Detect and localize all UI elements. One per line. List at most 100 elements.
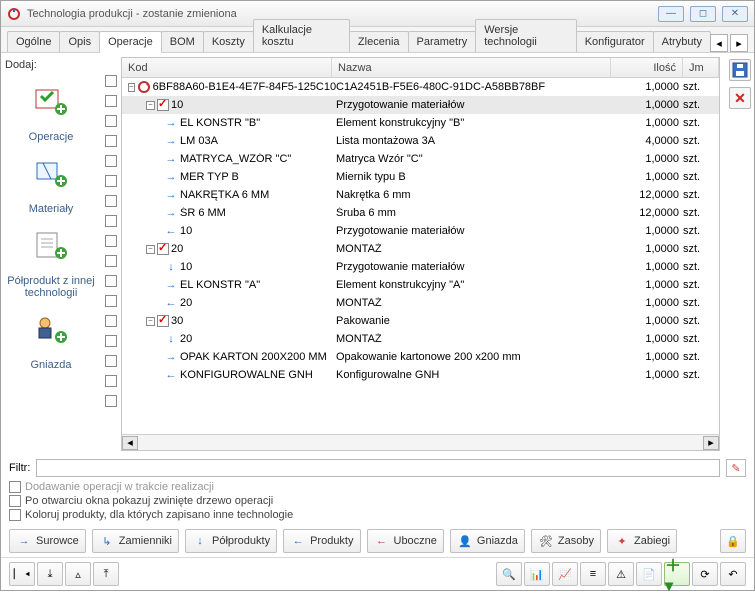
row-checkbox[interactable]	[105, 295, 117, 307]
table-row[interactable]: − 10Przygotowanie materiałów1,0000szt.	[122, 96, 719, 114]
row-kod: 10	[180, 261, 192, 273]
tb-up[interactable]: ▵	[65, 562, 91, 586]
tree-body[interactable]: − 6BF88A60-B1E4-4E7F-84F5-125C105C1A2451…	[122, 78, 719, 434]
tabs-prev-button[interactable]: ◂	[710, 34, 728, 52]
col-jm[interactable]: Jm	[683, 58, 719, 77]
tb-zoom[interactable]: 🔍	[496, 562, 522, 586]
zasoby-button[interactable]: 🛠Zasoby	[531, 529, 601, 553]
tab-bom[interactable]: BOM	[161, 31, 204, 52]
produkty-button[interactable]: ←Produkty	[283, 529, 360, 553]
tab-koszty[interactable]: Koszty	[203, 31, 254, 52]
tb-doc[interactable]: 📄	[636, 562, 662, 586]
table-row[interactable]: OPAK KARTON 200X200 MMOpakowanie kartono…	[122, 348, 719, 366]
col-ilosc[interactable]: Ilość	[611, 58, 683, 77]
col-nazwa[interactable]: Nazwa	[332, 58, 611, 77]
arrow-down-icon: ↓	[192, 533, 208, 549]
tab-operacje[interactable]: Operacje	[99, 31, 162, 53]
table-row[interactable]: LM 03ALista montażowa 3A4,0000szt.	[122, 132, 719, 150]
expand-toggle[interactable]: −	[128, 83, 135, 92]
expand-toggle[interactable]: −	[146, 245, 155, 254]
uboczne-button[interactable]: ←Uboczne	[367, 529, 444, 553]
expand-toggle[interactable]: −	[146, 317, 155, 326]
tb-refresh[interactable]: ⟳	[692, 562, 718, 586]
delete-button[interactable]: ✕	[729, 87, 751, 109]
tab-kalkulacje kosztu[interactable]: Kalkulacje kosztu	[253, 19, 350, 52]
gniazda-button[interactable]: 👤Gniazda	[450, 529, 525, 553]
hscroll-right[interactable]: ▸	[703, 436, 719, 450]
check-c2[interactable]	[9, 495, 21, 507]
row-checkbox[interactable]	[105, 215, 117, 227]
row-ilosc: 1,0000	[611, 99, 683, 111]
tab-konfigurator[interactable]: Konfigurator	[576, 31, 654, 52]
table-row[interactable]: 20MONTAŻ1,0000szt.	[122, 330, 719, 348]
table-row[interactable]: 10Przygotowanie materiałów1,0000szt.	[122, 222, 719, 240]
tb-undo[interactable]: ↶	[720, 562, 746, 586]
row-checkbox[interactable]	[105, 135, 117, 147]
surowce-button[interactable]: →Surowce	[9, 529, 86, 553]
tb-warn[interactable]: ⚠	[608, 562, 634, 586]
tab-ogólne[interactable]: Ogólne	[7, 31, 60, 52]
tab-wersje technologii[interactable]: Wersje technologii	[475, 19, 576, 52]
tab-parametry[interactable]: Parametry	[408, 31, 477, 52]
table-row[interactable]: 20MONTAŻ1,0000szt.	[122, 294, 719, 312]
row-checkbox[interactable]	[105, 335, 117, 347]
row-checkbox[interactable]	[105, 115, 117, 127]
row-checkbox[interactable]	[105, 315, 117, 327]
filter-input[interactable]	[36, 459, 720, 477]
row-checkbox[interactable]	[105, 235, 117, 247]
tb-add[interactable]: ＋▾	[664, 562, 690, 586]
hscroll-left[interactable]: ◂	[122, 436, 138, 450]
table-row[interactable]: EL KONSTR "A"Element konstrukcyjny "A"1,…	[122, 276, 719, 294]
row-checkbox[interactable]	[105, 195, 117, 207]
tb-chart1[interactable]: 📊	[524, 562, 550, 586]
sidebar-materialy-icon[interactable]	[29, 153, 73, 193]
minimize-button[interactable]: —	[658, 6, 684, 22]
arrow-right-icon	[164, 189, 178, 201]
tabs-next-button[interactable]: ▸	[730, 34, 748, 52]
row-checkbox[interactable]	[105, 355, 117, 367]
row-checkbox[interactable]	[105, 375, 117, 387]
maximize-button[interactable]: ◻	[690, 6, 716, 22]
table-row[interactable]: − 30Pakowanie1,0000szt.	[122, 312, 719, 330]
row-checkbox[interactable]	[105, 395, 117, 407]
close-button[interactable]: ✕	[722, 6, 748, 22]
add-label: Dodaj:	[5, 59, 97, 71]
save-button[interactable]	[729, 59, 751, 81]
sidebar-operacje-icon[interactable]	[29, 81, 73, 121]
sidebar-polprodukt-icon[interactable]	[29, 225, 73, 265]
zamienniki-button[interactable]: ↳Zamienniki	[92, 529, 179, 553]
table-row[interactable]: EL KONSTR "B"Element konstrukcyjny "B"1,…	[122, 114, 719, 132]
table-row[interactable]: MER TYP BMiernik typu B1,0000szt.	[122, 168, 719, 186]
row-checkbox[interactable]	[105, 75, 117, 87]
expand-toggle[interactable]: −	[146, 101, 155, 110]
filter-clear-button[interactable]: ✎	[726, 459, 746, 477]
sidebar-gniazda-icon[interactable]	[29, 309, 73, 349]
polprodukty-label: Półprodukty	[212, 535, 270, 547]
tb-import[interactable]: ⤓	[37, 562, 63, 586]
tb-chart2[interactable]: 📈	[552, 562, 578, 586]
table-row[interactable]: NAKRĘTKA 6 MMNakrętka 6 mm12,0000szt.	[122, 186, 719, 204]
check-c3[interactable]	[9, 509, 21, 521]
row-checkbox[interactable]	[105, 175, 117, 187]
lock-button[interactable]: 🔒	[720, 529, 746, 553]
tab-atrybuty[interactable]: Atrybuty	[653, 31, 711, 52]
polprodukty-button[interactable]: ↓ Półprodukty	[185, 529, 277, 553]
table-row[interactable]: ŚR 6 MMŚruba 6 mm12,0000szt.	[122, 204, 719, 222]
table-row[interactable]: 10Przygotowanie materiałów1,0000szt.	[122, 258, 719, 276]
row-checkbox[interactable]	[105, 95, 117, 107]
tb-first[interactable]: ⎸◂	[9, 562, 35, 586]
row-checkbox[interactable]	[105, 275, 117, 287]
table-row[interactable]: KONFIGUROWALNE GNHKonfigurowalne GNH1,00…	[122, 366, 719, 384]
row-checkbox[interactable]	[105, 155, 117, 167]
tb-list[interactable]: ≡	[580, 562, 606, 586]
tb-export[interactable]: ⤒	[93, 562, 119, 586]
table-row[interactable]: − 20MONTAŻ1,0000szt.	[122, 240, 719, 258]
tab-zlecenia[interactable]: Zlecenia	[349, 31, 409, 52]
zabiegi-button[interactable]: ✦Zabiegi	[607, 529, 677, 553]
tab-opis[interactable]: Opis	[59, 31, 100, 52]
table-row[interactable]: MATRYCA_WZÓR "C"Matryca Wzór "C"1,0000sz…	[122, 150, 719, 168]
table-row[interactable]: − 6BF88A60-B1E4-4E7F-84F5-125C105C1A2451…	[122, 78, 719, 96]
col-kod[interactable]: Kod	[122, 58, 332, 77]
row-checkbox[interactable]	[105, 255, 117, 267]
row-ilosc: 1,0000	[611, 171, 683, 183]
